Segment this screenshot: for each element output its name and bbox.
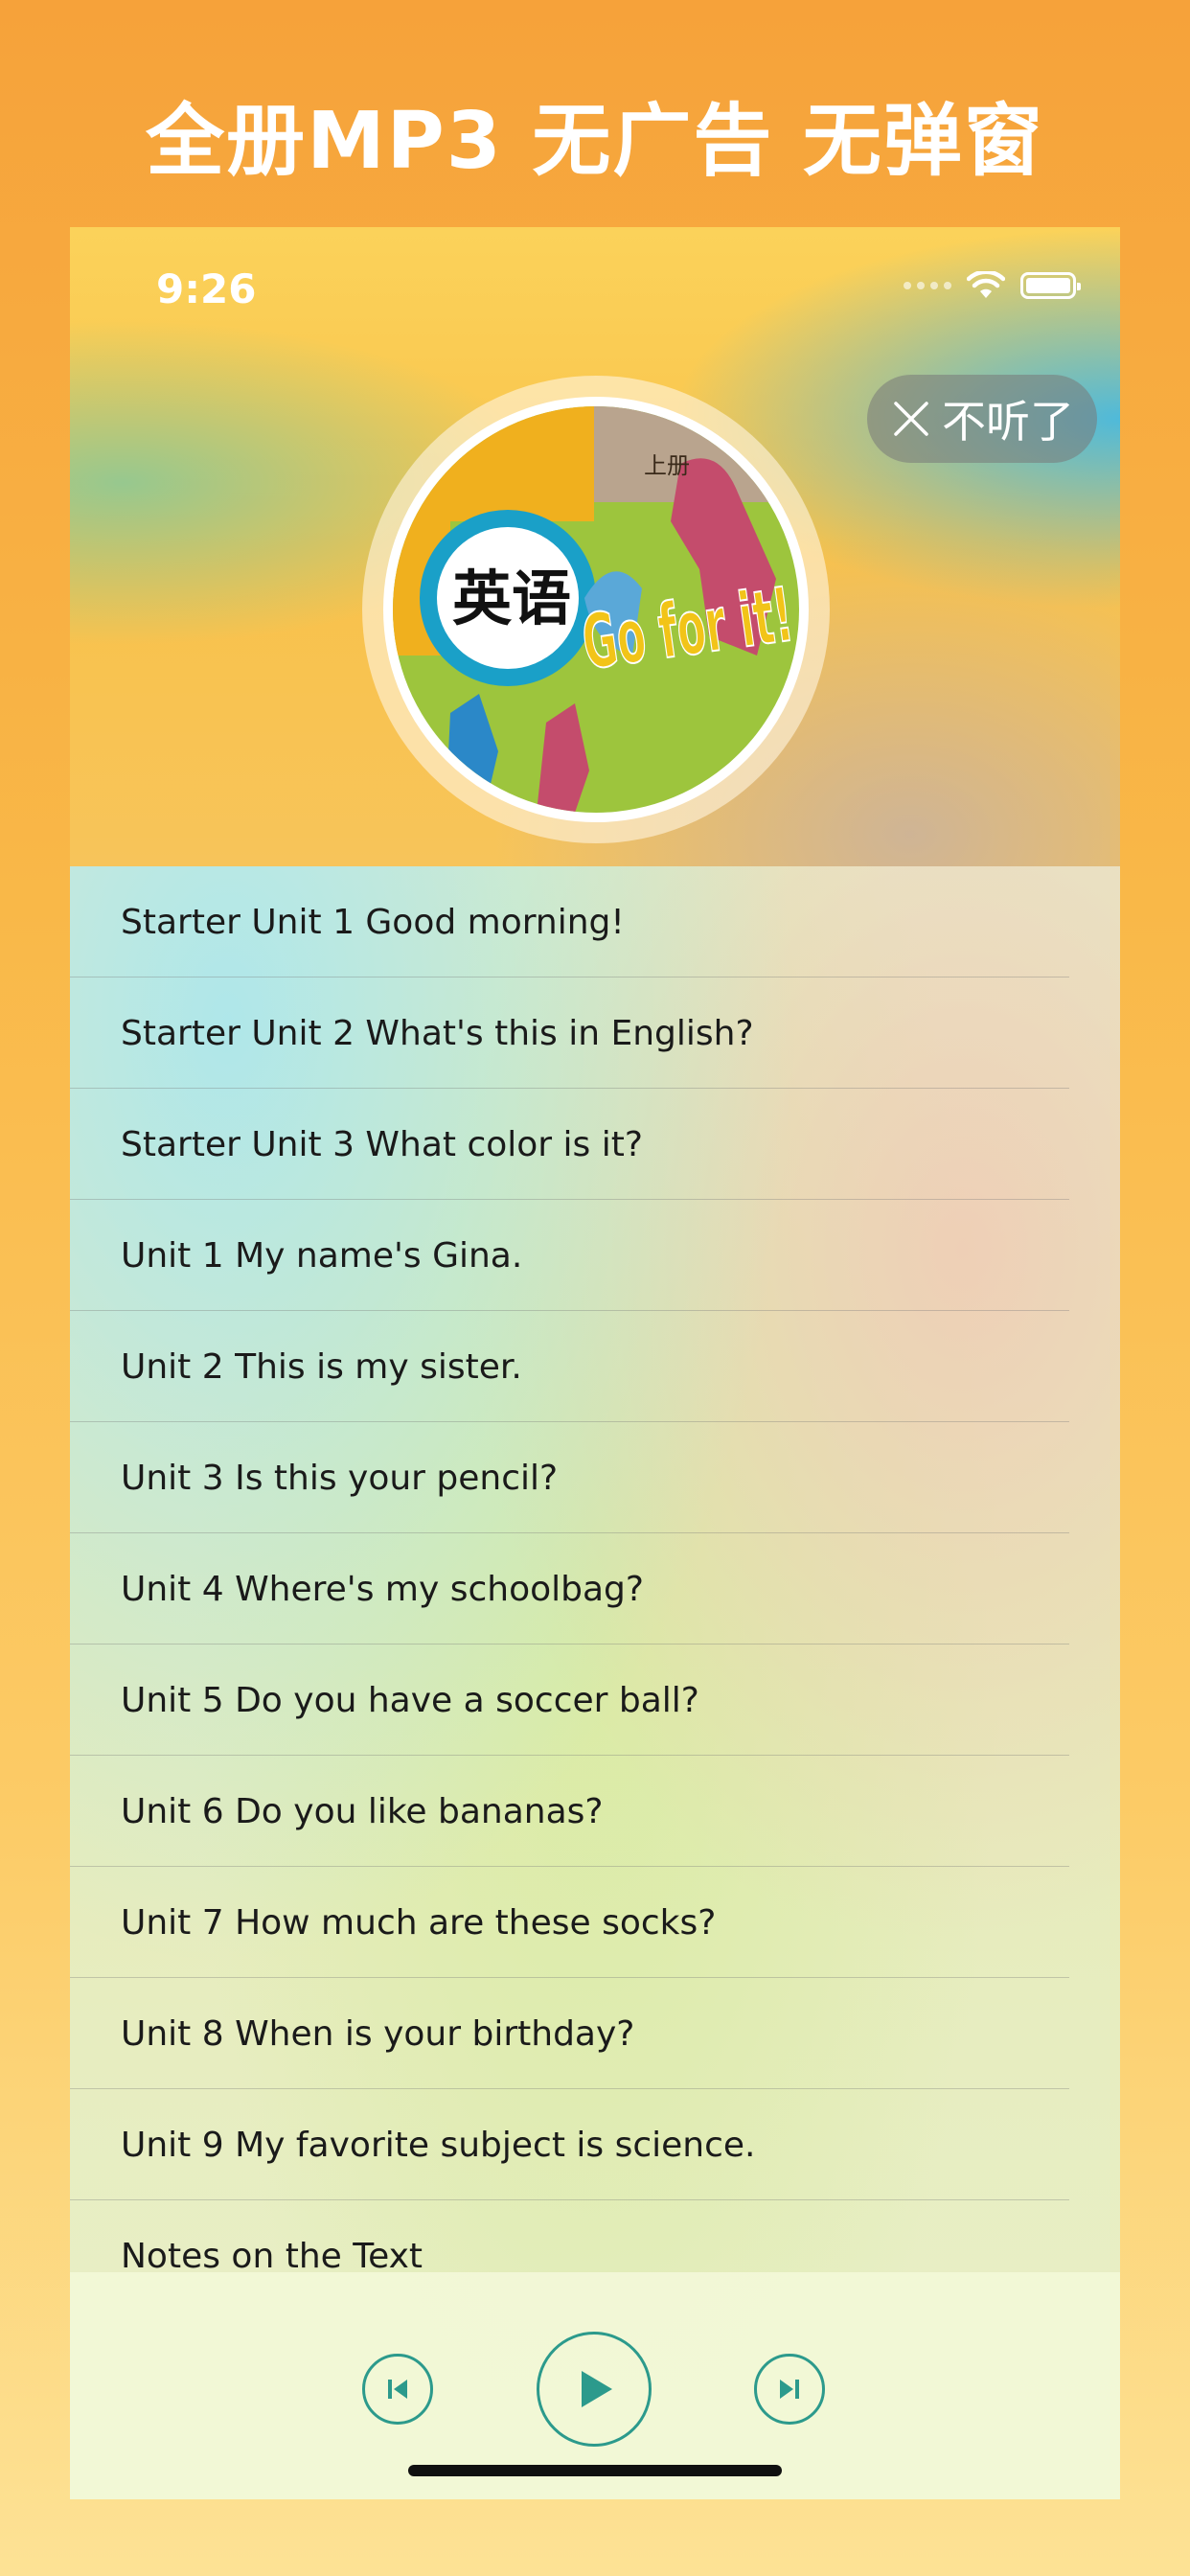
album-cover-art: 英语 上册 Go for it!	[393, 406, 799, 813]
track-title: Unit 7 How much are these socks?	[121, 1903, 717, 1943]
phone-screen: 9:26 不听了 英语 上册 Go for Starter Unit 1 Goo…	[70, 227, 1120, 2499]
list-item[interactable]: Unit 8 When is your birthday?	[70, 1978, 1069, 2089]
player-header: 9:26 不听了 英语 上册 Go for	[70, 227, 1120, 866]
stop-listening-label: 不听了	[942, 396, 1074, 448]
list-item[interactable]: Unit 7 How much are these socks?	[70, 1867, 1069, 1978]
list-item[interactable]: Unit 5 Do you have a soccer ball?	[70, 1644, 1069, 1756]
list-item[interactable]: Unit 2 This is my sister.	[70, 1311, 1069, 1422]
play-button[interactable]	[537, 2332, 652, 2447]
home-indicator[interactable]	[408, 2465, 782, 2476]
previous-track-button[interactable]	[362, 2354, 433, 2425]
play-icon	[582, 2371, 612, 2407]
list-item[interactable]: Unit 4 Where's my schoolbag?	[70, 1533, 1069, 1644]
track-title: Unit 5 Do you have a soccer ball?	[121, 1681, 699, 1720]
stop-listening-button[interactable]: 不听了	[867, 375, 1097, 463]
track-title: Unit 8 When is your birthday?	[121, 2014, 635, 2054]
cover-grade-text: 上册	[644, 452, 690, 479]
list-item[interactable]: Starter Unit 1 Good morning!	[70, 866, 1069, 978]
track-title: Unit 9 My favorite subject is science.	[121, 2126, 756, 2165]
wifi-icon	[967, 271, 1005, 298]
track-title: Notes on the Text	[121, 2237, 423, 2276]
track-title: Unit 2 This is my sister.	[121, 1347, 522, 1387]
close-icon	[894, 402, 928, 436]
battery-icon	[1020, 272, 1081, 299]
status-icons	[904, 271, 1081, 300]
next-track-icon	[780, 2380, 799, 2399]
album-cover: 英语 上册 Go for it!	[383, 397, 809, 822]
list-item[interactable]: Starter Unit 3 What color is it?	[70, 1089, 1069, 1200]
list-item[interactable]: Starter Unit 2 What's this in English?	[70, 978, 1069, 1089]
track-title: Starter Unit 2 What's this in English?	[121, 1014, 754, 1053]
track-title: Starter Unit 1 Good morning!	[121, 903, 625, 942]
track-title: Unit 6 Do you like bananas?	[121, 1792, 604, 1831]
list-item[interactable]: Unit 1 My name's Gina.	[70, 1200, 1069, 1311]
track-title: Starter Unit 3 What color is it?	[121, 1125, 643, 1164]
status-time: 9:26	[156, 265, 257, 312]
track-title: Unit 3 Is this your pencil?	[121, 1459, 559, 1498]
signal-dots-icon	[904, 282, 951, 289]
previous-track-icon	[388, 2380, 407, 2399]
track-title: Unit 1 My name's Gina.	[121, 1236, 523, 1276]
next-track-button[interactable]	[754, 2354, 825, 2425]
track-title: Unit 4 Where's my schoolbag?	[121, 1570, 644, 1609]
promo-title: 全册MP3 无广告 无弹窗	[146, 96, 1044, 187]
list-item[interactable]: Unit 9 My favorite subject is science.	[70, 2089, 1069, 2200]
list-item[interactable]: Unit 6 Do you like bananas?	[70, 1756, 1069, 1867]
track-list: Starter Unit 1 Good morning! Starter Uni…	[70, 866, 1120, 2498]
album-cover-ring: 英语 上册 Go for it!	[362, 376, 830, 843]
list-item[interactable]: Unit 3 Is this your pencil?	[70, 1422, 1069, 1533]
cover-badge-text: 英语	[452, 564, 571, 633]
